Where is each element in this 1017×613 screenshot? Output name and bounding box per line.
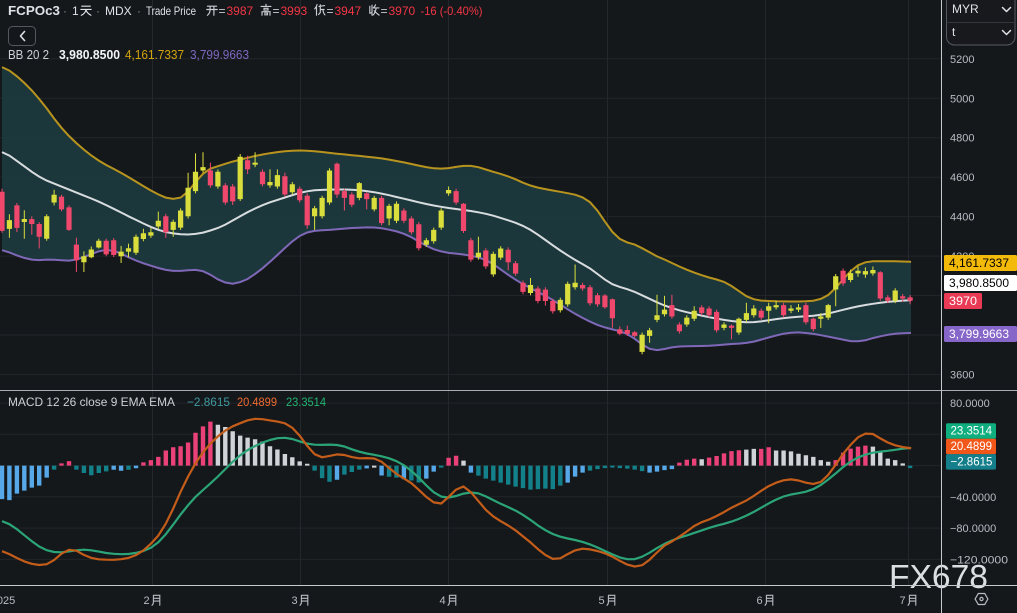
svg-text:=: =	[327, 4, 334, 18]
svg-text:3970: 3970	[389, 4, 416, 18]
svg-text:·: ·	[63, 4, 67, 18]
svg-text:80.0000: 80.0000	[950, 398, 990, 410]
svg-text:Trade Price: Trade Price	[146, 4, 196, 18]
svg-text:MDX: MDX	[105, 4, 132, 18]
svg-text:5200: 5200	[950, 54, 974, 66]
svg-text:4: 4	[440, 595, 446, 607]
svg-text:-16 (-0.40%): -16 (-0.40%)	[421, 4, 483, 18]
svg-text:3: 3	[292, 595, 298, 607]
svg-text:3600: 3600	[950, 370, 974, 382]
svg-text:4800: 4800	[950, 133, 974, 145]
svg-text:7: 7	[900, 595, 906, 607]
svg-text:·: ·	[96, 4, 100, 18]
svg-text:3947: 3947	[335, 4, 362, 18]
svg-text:3993: 3993	[281, 4, 308, 18]
svg-text:3987: 3987	[227, 4, 254, 18]
svg-text:·: ·	[137, 4, 141, 18]
svg-text:−80.0000: −80.0000	[950, 523, 996, 535]
svg-text:23.3514: 23.3514	[286, 395, 326, 409]
svg-text:6: 6	[757, 595, 763, 607]
svg-text:=: =	[273, 4, 280, 18]
svg-text:5: 5	[599, 595, 605, 607]
svg-text:FCPOc3: FCPOc3	[8, 4, 60, 18]
svg-text:−2.8615: −2.8615	[187, 395, 230, 409]
svg-text:−120.0000: −120.0000	[950, 554, 1008, 566]
svg-text:4,161.7337: 4,161.7337	[125, 48, 184, 62]
svg-text:3,980.8500: 3,980.8500	[949, 278, 1009, 290]
svg-text:2: 2	[144, 595, 150, 607]
svg-text:4600: 4600	[950, 172, 974, 184]
svg-text:=: =	[381, 4, 388, 18]
svg-text:3970: 3970	[949, 296, 977, 308]
svg-text:4,161.7337: 4,161.7337	[949, 258, 1009, 270]
svg-text:3,980.8500: 3,980.8500	[59, 48, 120, 62]
svg-text:4400: 4400	[950, 212, 974, 224]
svg-text:3,799.9663: 3,799.9663	[949, 329, 1009, 341]
svg-text:2025: 2025	[0, 595, 15, 607]
svg-text:BB 20 2: BB 20 2	[8, 48, 49, 62]
svg-text:MACD 12 26 close 9 EMA EMA: MACD 12 26 close 9 EMA EMA	[8, 395, 175, 409]
svg-text:MYR: MYR	[952, 2, 979, 16]
svg-text:−2.8615: −2.8615	[951, 457, 993, 469]
svg-text:20.4899: 20.4899	[951, 441, 993, 453]
svg-text:=: =	[219, 4, 226, 18]
svg-text:5000: 5000	[950, 93, 974, 105]
svg-text:−40.0000: −40.0000	[950, 492, 996, 504]
svg-text:23.3514: 23.3514	[951, 426, 993, 438]
svg-text:3,799.9663: 3,799.9663	[190, 48, 249, 62]
svg-text:1: 1	[72, 4, 79, 18]
svg-text:20.4899: 20.4899	[237, 395, 277, 409]
